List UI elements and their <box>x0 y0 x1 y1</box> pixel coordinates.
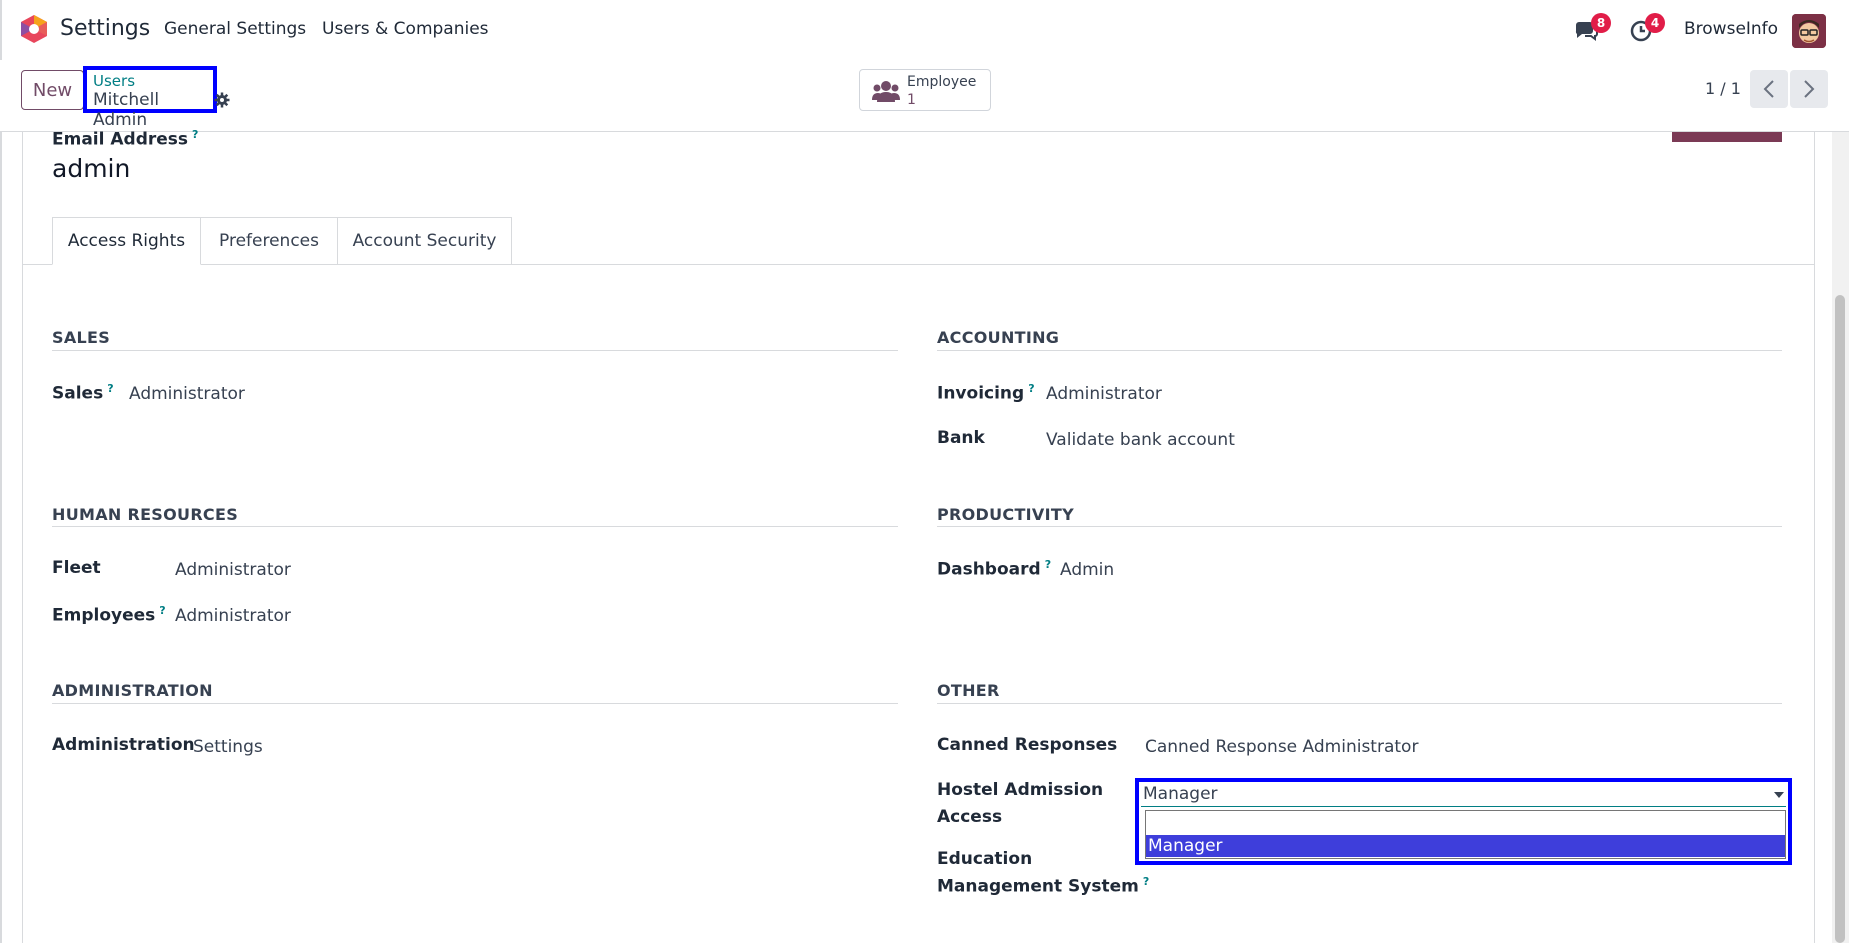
menu-users-companies[interactable]: Users & Companies <box>322 19 489 39</box>
user-avatar[interactable] <box>1792 14 1826 48</box>
select-underline <box>1141 806 1786 807</box>
gear-icon[interactable] <box>214 92 230 108</box>
sales-label: Sales? <box>52 382 114 404</box>
hostel-admission-select[interactable]: Manager Manager <box>1135 778 1792 865</box>
hostel-admission-label-line1: Hostel Admission <box>937 780 1104 800</box>
app-name[interactable]: Settings <box>60 16 150 41</box>
pager-previous-button[interactable] <box>1750 70 1788 108</box>
select-options-list: Manager <box>1145 810 1786 859</box>
section-productivity-title: PRODUCTIVITY <box>937 505 1074 524</box>
canned-responses-value[interactable]: Canned Response Administrator <box>1145 737 1418 757</box>
sales-value[interactable]: Administrator <box>129 384 245 404</box>
fleet-label: Fleet <box>52 558 101 578</box>
chevron-right-icon <box>1804 80 1815 98</box>
smart-button-label: Employee <box>907 74 977 90</box>
users-group-icon <box>872 81 900 102</box>
caret-down-icon[interactable] <box>1774 792 1784 798</box>
new-button[interactable]: New <box>21 70 84 110</box>
email-value[interactable]: admin <box>52 154 130 183</box>
section-administration-rule <box>52 703 898 704</box>
section-other-title: OTHER <box>937 681 1000 700</box>
tab-access-rights[interactable]: Access Rights <box>52 217 201 265</box>
section-sales-title: SALES <box>52 328 111 347</box>
section-accounting-rule <box>937 350 1782 351</box>
administration-label: Administration <box>52 735 195 755</box>
user-photo[interactable] <box>1672 132 1782 142</box>
top-navbar: Settings General Settings Users & Compan… <box>0 0 1849 60</box>
breadcrumb-users-link[interactable]: Users <box>93 72 213 90</box>
employees-help-icon[interactable]: ? <box>159 604 165 617</box>
company-switcher[interactable]: BrowseInfo <box>1684 19 1778 39</box>
email-label: Email Address? <box>52 128 199 150</box>
hostel-admission-select-value[interactable]: Manager <box>1143 784 1218 804</box>
education-label-line2: Management System? <box>937 875 1150 897</box>
page-left-border <box>0 0 2 943</box>
section-hr-rule <box>52 526 898 527</box>
canned-responses-label: Canned Responses <box>937 735 1118 755</box>
section-sales-rule <box>52 350 898 351</box>
user-avatar-icon <box>1792 14 1826 48</box>
messages-badge: 8 <box>1591 13 1611 33</box>
select-option-manager[interactable]: Manager <box>1146 835 1785 857</box>
sales-help-icon[interactable]: ? <box>107 382 113 395</box>
employee-smart-button[interactable]: Employee 1 <box>859 69 991 111</box>
email-help-icon[interactable]: ? <box>192 128 198 141</box>
section-administration-title: ADMINISTRATION <box>52 681 213 700</box>
administration-value[interactable]: Settings <box>193 737 263 757</box>
section-hr-title: HUMAN RESOURCES <box>52 505 239 524</box>
tab-account-security[interactable]: Account Security <box>338 217 512 265</box>
breadcrumb: Users Mitchell Admin <box>83 66 217 130</box>
pager-value[interactable]: 1 / 1 <box>1705 79 1741 98</box>
bank-value[interactable]: Validate bank account <box>1046 430 1235 450</box>
dashboard-help-icon[interactable]: ? <box>1045 558 1051 571</box>
section-productivity-rule <box>937 526 1782 527</box>
menu-general-settings[interactable]: General Settings <box>164 19 306 39</box>
invoicing-label: Invoicing? <box>937 382 1035 404</box>
smart-button-count: 1 <box>907 92 916 108</box>
education-help-icon[interactable]: ? <box>1143 875 1149 888</box>
section-accounting-title: ACCOUNTING <box>937 328 1060 347</box>
breadcrumb-current-record: Mitchell Admin <box>93 90 160 130</box>
bank-label: Bank <box>937 428 985 448</box>
app-logo-icon[interactable] <box>20 14 48 44</box>
select-option-empty[interactable] <box>1146 811 1785 835</box>
tab-preferences[interactable]: Preferences <box>201 217 338 265</box>
section-other-rule <box>937 703 1782 704</box>
dashboard-label: Dashboard? <box>937 558 1052 580</box>
invoicing-help-icon[interactable]: ? <box>1028 382 1034 395</box>
scrollbar-thumb[interactable] <box>1835 295 1845 943</box>
pager-next-button[interactable] <box>1790 70 1828 108</box>
chevron-left-icon <box>1763 80 1774 98</box>
education-label-line1: Education <box>937 849 1033 869</box>
employees-label: Employees? <box>52 604 166 626</box>
employees-value[interactable]: Administrator <box>175 606 291 626</box>
fleet-value[interactable]: Administrator <box>175 560 291 580</box>
activities-badge: 4 <box>1645 13 1665 33</box>
invoicing-value[interactable]: Administrator <box>1046 384 1162 404</box>
dashboard-value[interactable]: Admin <box>1060 560 1114 580</box>
hostel-admission-label-line2: Access <box>937 807 1003 827</box>
